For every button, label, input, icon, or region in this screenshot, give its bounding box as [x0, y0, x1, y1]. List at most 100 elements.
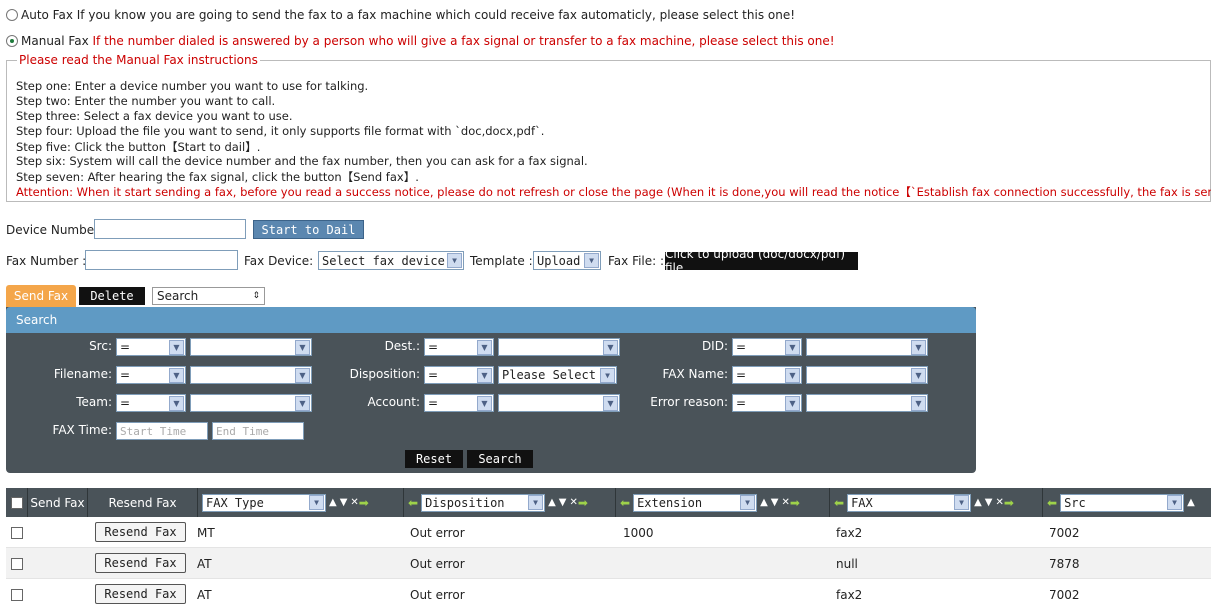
fax-cell: null: [836, 556, 858, 571]
move-right-icon[interactable]: ➡: [578, 496, 588, 510]
sort-asc-icon[interactable]: ▲: [760, 497, 768, 508]
team-label: Team:: [76, 395, 112, 409]
row-checkbox[interactable]: [11, 588, 23, 601]
fax-type-column-select[interactable]: FAX Type ▼: [202, 493, 326, 512]
team-operator-select[interactable]: = ▼: [116, 394, 186, 412]
sort-asc-icon[interactable]: ▲: [329, 497, 337, 508]
filename-value-select[interactable]: ▼: [190, 366, 312, 384]
error-reason-operator-select[interactable]: = ▼: [732, 394, 802, 412]
remove-column-icon[interactable]: ✕: [995, 497, 1003, 508]
remove-column-icon[interactable]: ✕: [781, 497, 789, 508]
filename-operator-select[interactable]: = ▼: [116, 366, 186, 384]
delete-button[interactable]: Delete: [79, 287, 145, 305]
table-row: Resend Fax AT Out error null 7878: [6, 548, 1211, 579]
resend-fax-button[interactable]: Resend Fax: [95, 584, 186, 604]
search-dropdown[interactable]: Search ⇕: [152, 287, 265, 305]
step-five: Step five: Click the button【Start to dai…: [16, 140, 261, 154]
dest-value-select[interactable]: ▼: [498, 338, 620, 356]
sort-asc-icon[interactable]: ▲: [974, 497, 982, 508]
search-panel: Search Src: = ▼ ▼ Dest.: = ▼ ▼ DID: = ▼ ▼ F…: [6, 307, 976, 473]
row-checkbox[interactable]: [11, 557, 23, 570]
move-left-icon[interactable]: ⬅: [408, 496, 418, 510]
did-value-select[interactable]: ▼: [806, 338, 928, 356]
auto-fax-description: If you know you are going to send the fa…: [76, 8, 796, 22]
sort-desc-icon[interactable]: ▼: [771, 497, 779, 508]
resend-fax-button[interactable]: Resend Fax: [95, 522, 186, 542]
chevron-down-icon: ▼: [603, 395, 618, 411]
src-value-select[interactable]: ▼: [190, 338, 312, 356]
start-time-input[interactable]: Start Time: [116, 422, 208, 440]
remove-column-icon[interactable]: ✕: [350, 497, 358, 508]
error-reason-value-select[interactable]: ▼: [806, 394, 928, 412]
auto-fax-radio[interactable]: [6, 9, 18, 21]
move-left-icon[interactable]: ⬅: [620, 496, 630, 510]
disposition-value-select[interactable]: Please Select ▼: [498, 366, 617, 384]
resend-fax-button[interactable]: Resend Fax: [95, 553, 186, 573]
manual-fax-instructions: Please read the Manual Fax instructions …: [6, 53, 1211, 202]
manual-fax-radio[interactable]: [6, 35, 18, 47]
did-label: DID:: [701, 339, 728, 353]
fax-name-operator-select[interactable]: = ▼: [732, 366, 802, 384]
dest-operator-select[interactable]: = ▼: [424, 338, 494, 356]
manual-fax-option[interactable]: Manual Fax If the number dialed is answe…: [6, 34, 835, 48]
sort-desc-icon[interactable]: ▼: [340, 497, 348, 508]
chevron-down-icon: ▼: [785, 339, 800, 355]
template-select[interactable]: Upload ▼: [533, 251, 601, 270]
sort-desc-icon[interactable]: ▼: [559, 497, 567, 508]
src-operator-select[interactable]: = ▼: [116, 338, 186, 356]
chevron-down-icon: ▼: [169, 367, 184, 383]
select-all-checkbox[interactable]: [10, 496, 23, 509]
src-column-select[interactable]: Src ▼: [1060, 493, 1185, 512]
chevron-down-icon: ▼: [295, 339, 310, 355]
move-left-icon[interactable]: ⬅: [1047, 496, 1057, 510]
chevron-down-icon: ▼: [528, 495, 544, 510]
device-number-input[interactable]: [94, 219, 246, 239]
step-one: Step one: Enter a device number you want…: [16, 79, 369, 93]
dest-label: Dest.:: [384, 339, 420, 353]
row-checkbox-cell: [11, 579, 23, 606]
fax-number-label: Fax Number :: [6, 254, 87, 268]
header-fax-type: FAX Type ▼ ▲ ▼ ✕ ➡: [198, 488, 404, 517]
move-right-icon[interactable]: ➡: [790, 496, 800, 510]
tab-send-fax[interactable]: Send Fax: [6, 285, 76, 307]
table-row: Resend Fax MT Out error 1000 fax2 7002: [6, 517, 1211, 548]
upload-file-button[interactable]: Click to upload (doc/docx/pdf) file: [665, 247, 858, 275]
step-two: Step two: Enter the number you want to c…: [16, 94, 276, 108]
chevron-down-icon: ▼: [911, 339, 926, 355]
chevron-down-icon: ▼: [911, 395, 926, 411]
move-left-icon[interactable]: ⬅: [834, 496, 844, 510]
move-right-icon[interactable]: ➡: [359, 496, 369, 510]
fax-type-cell: MT: [197, 525, 215, 540]
disposition-operator-select[interactable]: = ▼: [424, 366, 494, 384]
search-button[interactable]: Search: [467, 450, 533, 468]
chevron-down-icon: ▼: [954, 495, 970, 510]
fax-device-select[interactable]: Select fax device ▼: [318, 251, 464, 270]
did-operator-select[interactable]: = ▼: [732, 338, 802, 356]
reset-button[interactable]: Reset: [405, 450, 463, 468]
account-operator-select[interactable]: = ▼: [424, 394, 494, 412]
end-time-input[interactable]: End Time: [212, 422, 304, 440]
sort-asc-icon[interactable]: ▲: [1187, 497, 1195, 508]
chevron-down-icon: ▼: [169, 395, 184, 411]
move-right-icon[interactable]: ➡: [1004, 496, 1014, 510]
account-value-select[interactable]: ▼: [498, 394, 620, 412]
auto-fax-option[interactable]: Auto Fax If you know you are going to se…: [6, 8, 795, 22]
chevron-down-icon: ▼: [477, 367, 492, 383]
team-value-select[interactable]: ▼: [190, 394, 312, 412]
fax-number-input[interactable]: [85, 250, 238, 270]
row-checkbox[interactable]: [11, 526, 23, 539]
step-seven: Step seven: After hearing the fax signal…: [16, 170, 419, 184]
disposition-cell: Out error: [410, 525, 465, 540]
fax-column-select[interactable]: FAX ▼: [847, 493, 972, 512]
fax-name-value-select[interactable]: ▼: [806, 366, 928, 384]
disposition-column-select[interactable]: Disposition ▼: [421, 493, 546, 512]
sort-asc-icon[interactable]: ▲: [548, 497, 556, 508]
extension-column-select[interactable]: Extension ▼: [633, 493, 758, 512]
header-send-fax: Send Fax: [28, 488, 88, 517]
manual-fax-description: If the number dialed is answered by a pe…: [92, 34, 835, 48]
start-to-dail-button[interactable]: Start to Dail: [253, 220, 364, 239]
chevron-down-icon: ▼: [911, 367, 926, 383]
remove-column-icon[interactable]: ✕: [569, 497, 577, 508]
sort-desc-icon[interactable]: ▼: [985, 497, 993, 508]
step-six: Step six: System will call the device nu…: [16, 154, 588, 168]
